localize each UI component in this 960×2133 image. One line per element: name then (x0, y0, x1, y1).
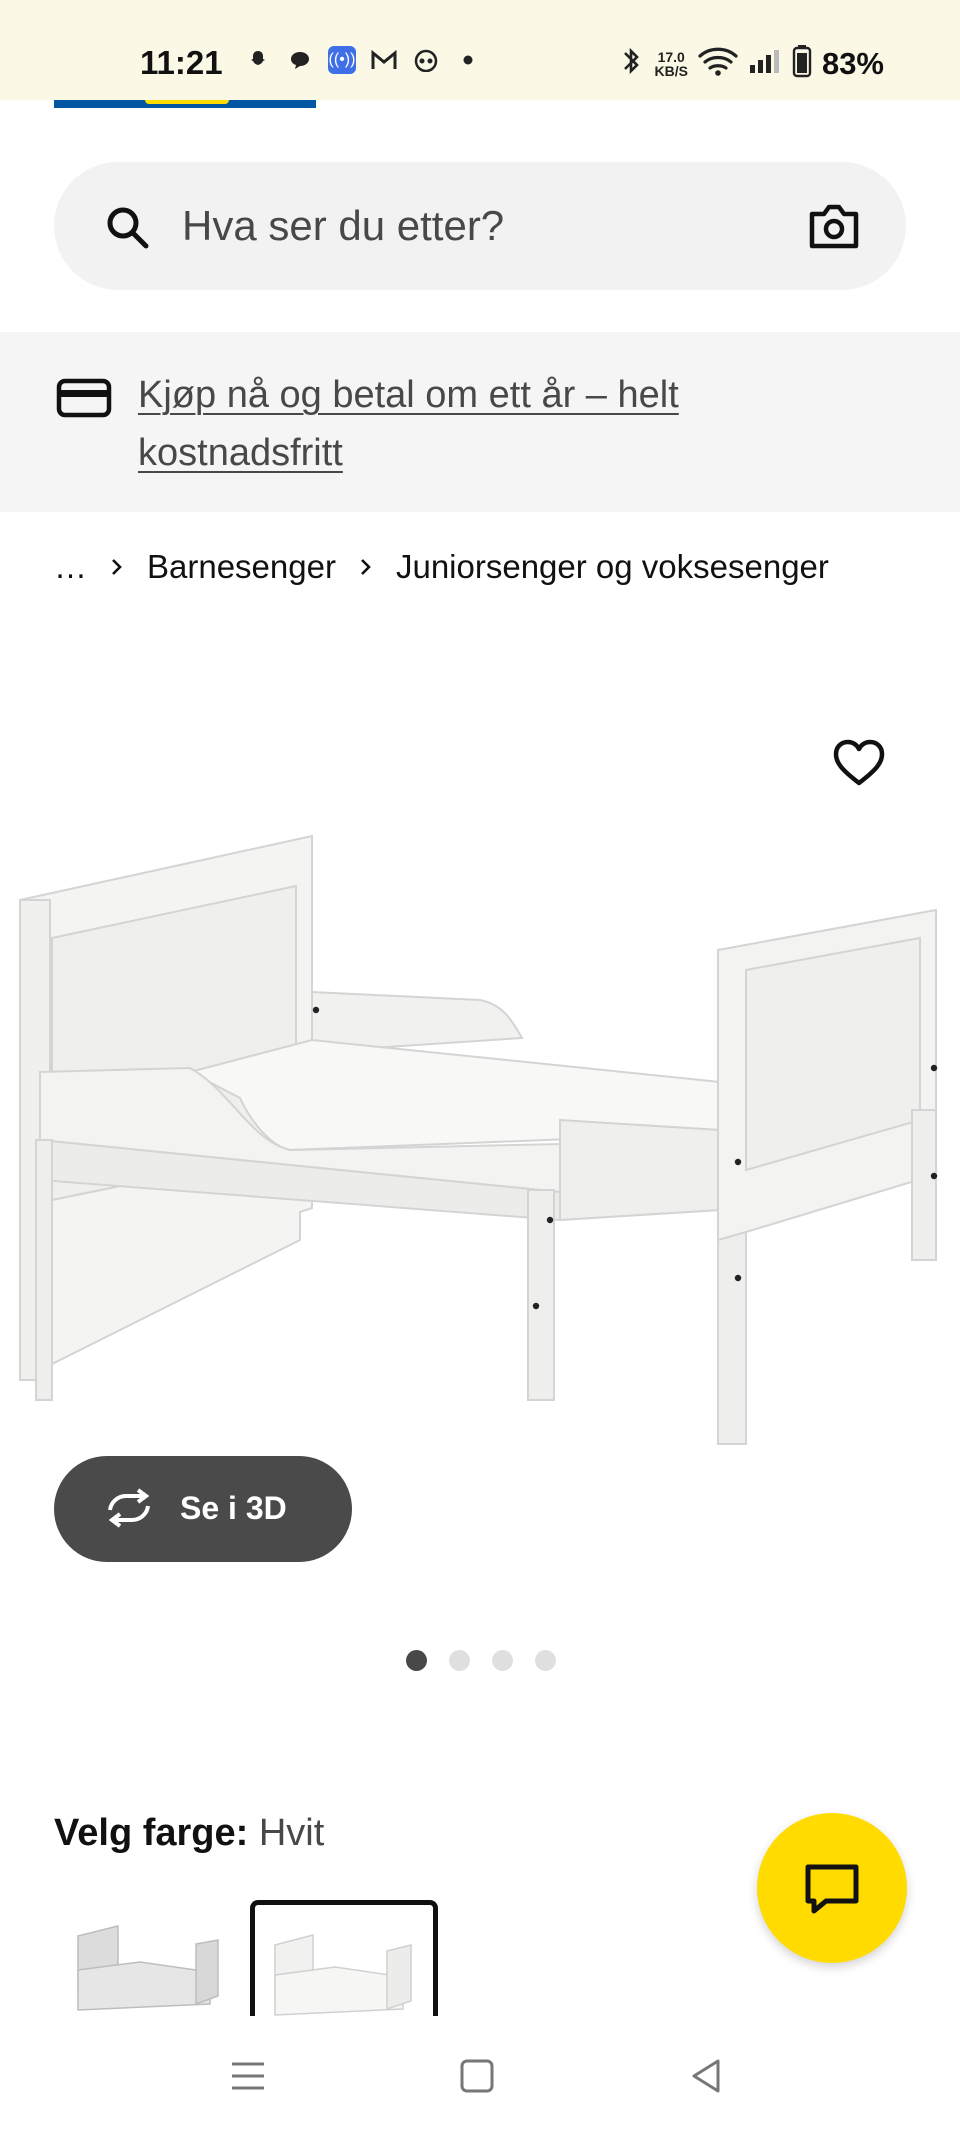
view-3d-button[interactable]: Se i 3D (54, 1456, 352, 1562)
home-icon[interactable] (455, 2056, 499, 2096)
color-picker-label: Velg farge: Hvit (54, 1812, 324, 1855)
search-icon[interactable] (104, 204, 150, 250)
bluetooth-icon (617, 45, 645, 82)
product-image[interactable] (0, 820, 960, 1460)
chevron-right-icon (112, 559, 122, 575)
credit-card-icon (56, 378, 112, 418)
carousel-dot[interactable] (449, 1650, 470, 1671)
promo-banner: Kjøp nå og betal om ett år – helt kostna… (0, 332, 960, 512)
status-bar: 11:21 ((•)) 17.0 KB/S 83% (0, 0, 960, 100)
dot-icon (454, 46, 482, 74)
chat-icon (805, 1864, 859, 1914)
hotspot-icon: ((•)) (328, 46, 356, 74)
promo-link[interactable]: Kjøp nå og betal om ett år – helt kostna… (138, 366, 858, 482)
signal-icon (748, 47, 782, 80)
snapchat-icon (244, 46, 272, 74)
gmail-icon (370, 46, 398, 74)
battery-percent: 83% (821, 45, 884, 81)
carousel-dot[interactable] (535, 1650, 556, 1671)
breadcrumb-juniorsenger[interactable]: Juniorsenger og voksesenger (396, 548, 829, 586)
app-icon (412, 46, 440, 74)
carousel-dots (406, 1650, 556, 1671)
back-icon[interactable] (684, 2056, 728, 2096)
color-label-title: Velg farge: (54, 1812, 249, 1854)
breadcrumb: … Barnesenger Juniorsenger og voksesenge… (54, 548, 829, 586)
menu-icon[interactable] (226, 2056, 270, 2096)
search-input[interactable] (182, 192, 802, 260)
battery-icon (792, 44, 812, 83)
color-swatch-grey[interactable] (60, 1900, 248, 2016)
chat-button[interactable] (757, 1813, 907, 1963)
notification-icons: ((•)) (244, 46, 482, 74)
view-3d-label: Se i 3D (180, 1490, 287, 1526)
system-nav-bar (0, 2016, 960, 2133)
breadcrumb-ellipsis[interactable]: … (54, 548, 87, 586)
rotate-3d-icon (108, 1488, 150, 1528)
carousel-dot[interactable] (492, 1650, 513, 1671)
chevron-right-icon (361, 559, 371, 575)
status-time: 11:21 (140, 44, 223, 81)
search-bar[interactable] (54, 162, 906, 290)
camera-icon[interactable] (808, 202, 860, 250)
color-selected-value: Hvit (258, 1812, 325, 1854)
network-speed: 17.0 KB/S (654, 48, 688, 79)
header-logo-accent (145, 100, 229, 104)
system-icons: 17.0 KB/S 83% (617, 44, 884, 83)
heart-icon[interactable] (832, 738, 886, 788)
color-swatch-white[interactable] (250, 1900, 438, 2016)
carousel-dot[interactable] (406, 1650, 427, 1671)
wifi-icon (698, 46, 738, 81)
breadcrumb-barnesenger[interactable]: Barnesenger (147, 548, 336, 586)
chat-bubble-icon (286, 46, 314, 74)
